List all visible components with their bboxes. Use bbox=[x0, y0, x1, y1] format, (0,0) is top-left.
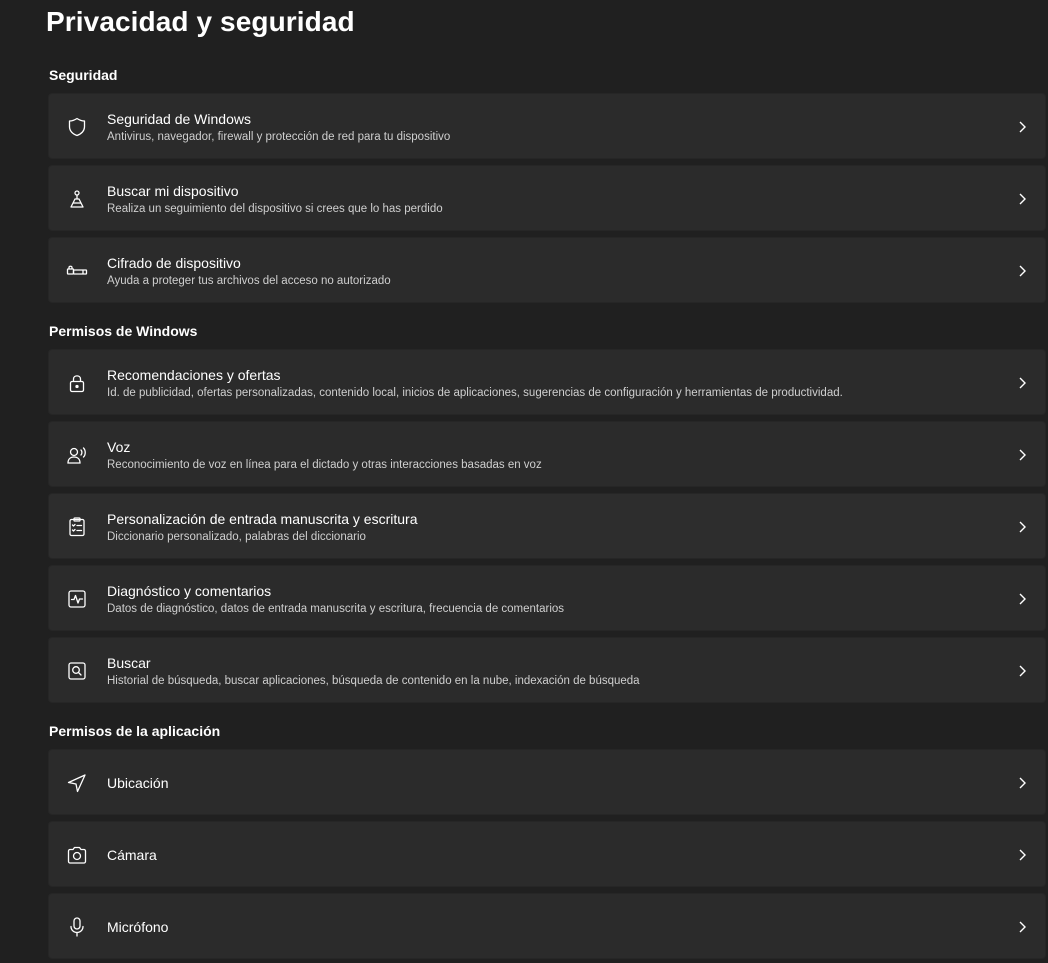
page-title: Privacidad y seguridad bbox=[46, 6, 355, 37]
setting-microphone[interactable]: Micrófono bbox=[48, 893, 1046, 959]
find-device-icon bbox=[66, 188, 88, 210]
setting-title: Cámara bbox=[107, 847, 157, 863]
setting-title: Ubicación bbox=[107, 775, 169, 791]
setting-device-encryption[interactable]: Cifrado de dispositivo Ayuda a proteger … bbox=[48, 237, 1046, 303]
speech-icon bbox=[66, 444, 88, 466]
setting-find-my-device[interactable]: Buscar mi dispositivo Realiza un seguimi… bbox=[48, 165, 1046, 231]
chevron-right-icon bbox=[1017, 192, 1027, 206]
chevron-right-icon bbox=[1017, 120, 1027, 134]
setting-windows-security[interactable]: Seguridad de Windows Antivirus, navegado… bbox=[48, 93, 1046, 159]
setting-description: Antivirus, navegador, firewall y protecc… bbox=[107, 131, 451, 143]
diagnostics-icon bbox=[66, 588, 88, 610]
shield-icon bbox=[66, 116, 88, 138]
setting-title: Seguridad de Windows bbox=[107, 111, 251, 127]
microphone-icon bbox=[66, 916, 88, 938]
setting-description: Historial de búsqueda, buscar aplicacion… bbox=[107, 675, 640, 687]
settings-page: Privacidad y seguridad Seguridad Segurid… bbox=[0, 0, 1048, 963]
location-icon bbox=[66, 772, 88, 794]
setting-title: Micrófono bbox=[107, 919, 169, 935]
setting-description: Datos de diagnóstico, datos de entrada m… bbox=[107, 603, 565, 615]
chevron-right-icon bbox=[1017, 848, 1027, 862]
setting-description: Ayuda a proteger tus archivos del acceso… bbox=[107, 275, 391, 287]
setting-description: Diccionario personalizado, palabras del … bbox=[107, 531, 366, 543]
setting-title: Cifrado de dispositivo bbox=[107, 255, 241, 271]
chevron-right-icon bbox=[1017, 920, 1027, 934]
setting-diagnostics-feedback[interactable]: Diagnóstico y comentarios Datos de diagn… bbox=[48, 565, 1046, 631]
section-title-windows-permissions: Permisos de Windows bbox=[49, 323, 198, 339]
chevron-right-icon bbox=[1017, 448, 1027, 462]
chevron-right-icon bbox=[1017, 264, 1027, 278]
setting-title: Buscar mi dispositivo bbox=[107, 183, 239, 199]
section-title-app-permissions: Permisos de la aplicación bbox=[49, 723, 221, 739]
setting-description: Id. de publicidad, ofertas personalizada… bbox=[107, 387, 843, 399]
setting-location[interactable]: Ubicación bbox=[48, 749, 1046, 815]
chevron-right-icon bbox=[1017, 592, 1027, 606]
setting-description: Reconocimiento de voz en línea para el d… bbox=[107, 459, 542, 471]
setting-description: Realiza un seguimiento del dispositivo s… bbox=[107, 203, 443, 215]
encryption-icon bbox=[66, 260, 88, 282]
setting-search[interactable]: Buscar Historial de búsqueda, buscar apl… bbox=[48, 637, 1046, 703]
setting-recommendations-offers[interactable]: Recomendaciones y ofertas Id. de publici… bbox=[48, 349, 1046, 415]
lock-icon bbox=[66, 372, 88, 394]
setting-title: Voz bbox=[107, 439, 131, 455]
setting-speech[interactable]: Voz Reconocimiento de voz en línea para … bbox=[48, 421, 1046, 487]
setting-title: Diagnóstico y comentarios bbox=[107, 583, 272, 599]
chevron-right-icon bbox=[1017, 776, 1027, 790]
setting-inking-typing[interactable]: Personalización de entrada manuscrita y … bbox=[48, 493, 1046, 559]
chevron-right-icon bbox=[1017, 520, 1027, 534]
camera-icon bbox=[66, 844, 88, 866]
search-icon bbox=[66, 660, 88, 682]
setting-title: Buscar bbox=[107, 655, 151, 671]
clipboard-checklist-icon bbox=[66, 516, 88, 538]
setting-title: Personalización de entrada manuscrita y … bbox=[107, 511, 418, 527]
section-title-security: Seguridad bbox=[49, 67, 118, 83]
chevron-right-icon bbox=[1017, 664, 1027, 678]
setting-camera[interactable]: Cámara bbox=[48, 821, 1046, 887]
setting-title: Recomendaciones y ofertas bbox=[107, 367, 281, 383]
chevron-right-icon bbox=[1017, 376, 1027, 390]
